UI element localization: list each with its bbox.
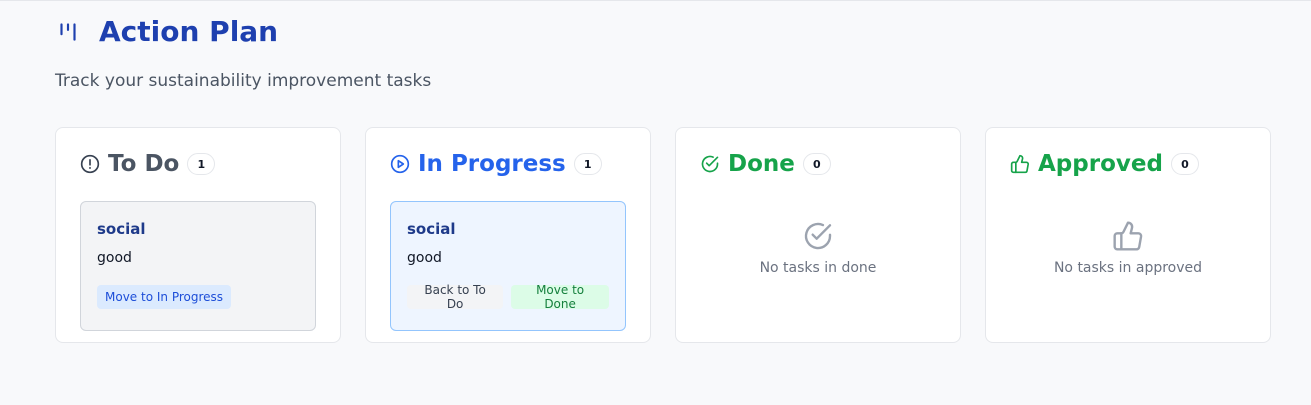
count-badge: 1	[187, 153, 216, 175]
check-circle-icon	[804, 222, 832, 250]
count-badge: 1	[573, 153, 602, 175]
task-actions: Move to In Progress	[97, 285, 299, 309]
play-circle-icon	[390, 154, 410, 174]
task-actions: Back to To Do Move to Done	[407, 283, 609, 311]
count-badge: 0	[802, 153, 831, 175]
task-description: good	[97, 250, 132, 266]
column-in-progress: In Progress 1 social good Back to To Do …	[365, 127, 651, 343]
empty-state-text: No tasks in done	[759, 260, 877, 276]
column-title: Approved	[1038, 151, 1163, 177]
column-title: In Progress	[418, 151, 566, 177]
count-badge: 0	[1170, 153, 1199, 175]
page-subtitle: Track your sustainability improvement ta…	[55, 71, 432, 91]
column-title: Done	[728, 151, 795, 177]
column-header: Done 0	[700, 151, 936, 177]
thumbs-up-icon	[1010, 154, 1029, 174]
check-circle-icon	[701, 155, 719, 173]
task-description: good	[407, 250, 442, 266]
task-title: social	[97, 220, 146, 238]
column-done: Done 0 No tasks in done	[675, 127, 961, 343]
alert-circle-icon	[80, 154, 100, 174]
empty-state: No tasks in approved	[986, 220, 1270, 276]
column-header: To Do 1	[80, 151, 316, 177]
move-to-in-progress-button[interactable]: Move to In Progress	[97, 285, 232, 309]
column-todo: To Do 1 social good Move to In Progress	[55, 127, 341, 343]
kanban-board: To Do 1 social good Move to In Progress …	[55, 127, 1271, 343]
empty-state: No tasks in done	[676, 220, 960, 276]
task-card[interactable]: social good Move to In Progress	[80, 201, 316, 331]
column-title: To Do	[108, 151, 180, 177]
task-title: social	[407, 220, 456, 238]
back-to-todo-button[interactable]: Back to To Do	[407, 283, 504, 311]
task-card[interactable]: social good Back to To Do Move to Done	[390, 201, 626, 331]
thumbs-up-icon	[1113, 221, 1143, 251]
page-title: Action Plan	[99, 15, 279, 48]
column-approved: Approved 0 No tasks in approved	[985, 127, 1271, 343]
kanban-icon	[60, 22, 76, 41]
column-header: In Progress 1	[390, 151, 626, 177]
move-to-done-button[interactable]: Move to Done	[511, 283, 609, 311]
column-header: Approved 0	[1010, 151, 1246, 177]
page-header: Action Plan	[55, 15, 278, 48]
empty-state-text: No tasks in approved	[1053, 260, 1203, 276]
